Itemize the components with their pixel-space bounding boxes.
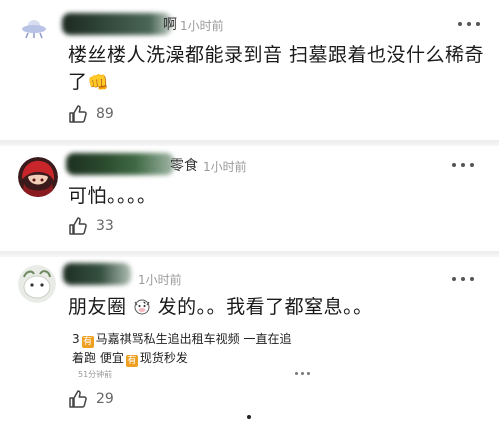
comment-list: 啊 1小时前 楼丝楼人洗澡都能录到音 扫墓跟着也没什么稀奇 了👊 89 零食 1… [0,0,499,423]
quote-time: 51分钟前 [78,370,113,379]
username-tail: 啊 [163,17,177,33]
page-indicator-dot [247,415,251,419]
avatar[interactable] [16,9,52,45]
quote-more-button[interactable] [295,372,310,375]
quote-prefix: 3 [72,332,80,346]
more-options-button[interactable] [458,20,480,28]
quote-line: 3 有马嘉祺骂私生追出租车视频 一直在追 [72,330,362,349]
like-count: 29 [96,391,114,407]
comment-time: 1小时前 [138,273,182,287]
comment-time: 1小时前 [180,19,224,33]
avatar[interactable] [18,157,58,197]
tag-icon: 有 [125,355,138,367]
quote-line: 着跑 便宜有现货秒发 [72,349,362,368]
more-options-button[interactable] [452,161,474,169]
quoted-content[interactable]: 3 有马嘉祺骂私生追出租车视频 一直在追 着跑 便宜有现货秒发 [72,330,362,368]
like-count: 33 [96,218,114,234]
comment-text-segment: 发的。。我看了都窒息。。 [157,296,373,318]
comment-text: 可怕。。。。 [68,185,157,207]
comment-item: 啊 1小时前 楼丝楼人洗澡都能录到音 扫墓跟着也没什么稀奇 了👊 89 [0,0,499,140]
username-tail: 零食 [170,158,198,174]
like-button[interactable]: 33 [68,216,114,236]
more-options-button[interactable] [452,275,474,283]
comment-text: 朋友圈 发的。。我看了都窒息。。 [68,294,373,321]
comment-text-segment: 了 [68,71,88,93]
ufo-avatar-icon [16,9,52,45]
username-redacted[interactable] [66,153,174,175]
comment-time: 1小时前 [203,160,247,174]
comment-text-line: 了👊 [68,69,488,97]
comment-item: 零食 1小时前 可怕。。。。 33 [0,146,499,251]
like-button[interactable]: 89 [68,104,114,124]
quote-text: 马嘉祺骂私生追出租车视频 一直在追 [95,332,292,346]
avatar[interactable] [18,265,56,303]
thumbs-up-icon [69,390,87,408]
comment-item: 1小时前 朋友圈 发的。。我看了都窒息。。 3 有马嘉祺骂私生追出租车视频 一直在… [0,257,499,423]
comment-text-line: 楼丝楼人洗澡都能录到音 扫墓跟着也没什么稀奇 [68,44,485,66]
cow-face-icon [134,299,150,315]
fist-icon: 👊 [87,73,110,93]
quote-text: 着跑 便宜 [72,351,124,365]
like-button[interactable]: 29 [68,389,114,409]
quote-text: 现货秒发 [139,351,188,365]
comment-text: 楼丝楼人洗澡都能录到音 扫墓跟着也没什么稀奇 了👊 [68,42,488,97]
thumbs-up-icon [69,105,87,123]
tag-icon: 有 [81,336,94,348]
red-hair-character-avatar-icon [18,157,58,197]
thumbs-up-icon [69,217,87,235]
comment-text-segment: 朋友圈 [68,296,127,318]
like-count: 89 [96,106,114,122]
username-redacted[interactable] [62,13,172,35]
white-creature-avatar-icon [18,265,56,303]
username-redacted[interactable] [63,263,131,285]
